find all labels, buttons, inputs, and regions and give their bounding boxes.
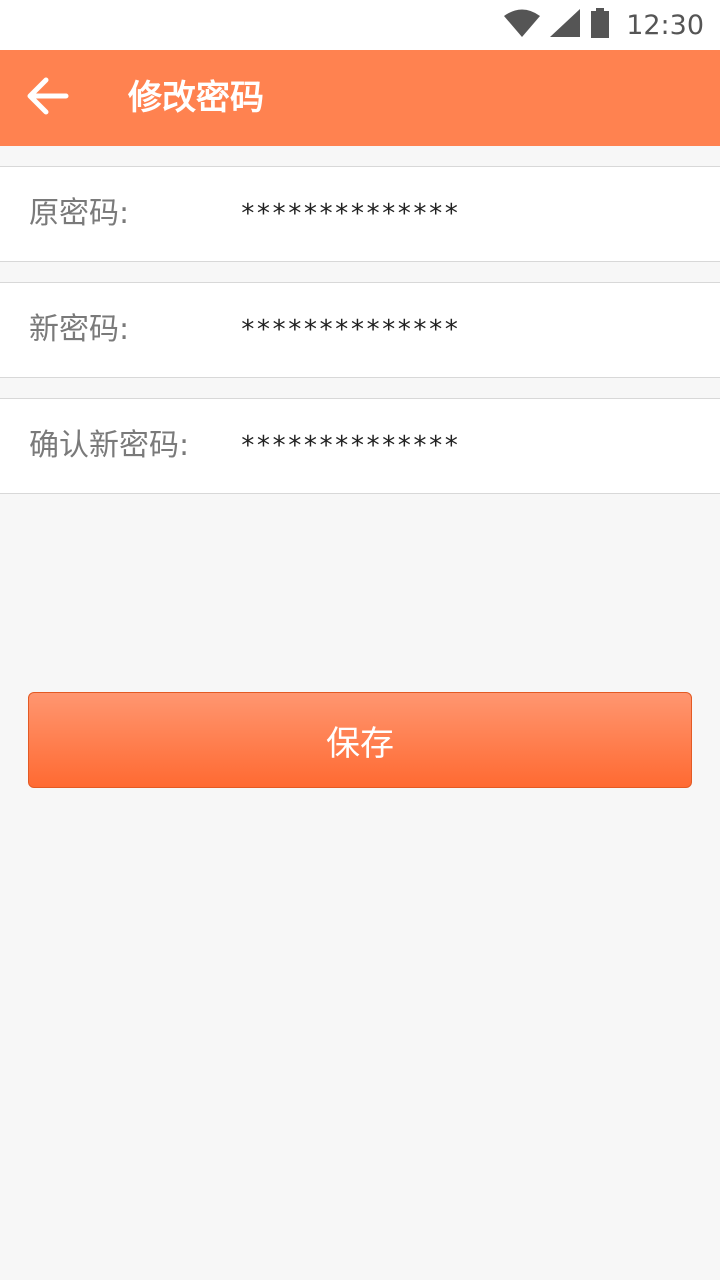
- new-password-label: 新密码:: [29, 312, 130, 347]
- page-title: 修改密码: [128, 78, 264, 118]
- confirm-password-row: 确认新密码:: [0, 398, 720, 494]
- app-bar: 修改密码: [0, 50, 720, 146]
- signal-icon: [550, 9, 581, 41]
- new-password-row: 新密码:: [0, 282, 720, 378]
- save-button[interactable]: 保存: [28, 692, 692, 788]
- old-password-label: 原密码:: [29, 196, 130, 231]
- arrow-left-icon: [26, 76, 70, 120]
- status-time: 12:30: [626, 9, 704, 41]
- status-icons: 12:30: [504, 0, 704, 50]
- confirm-password-input[interactable]: [240, 421, 680, 471]
- back-button[interactable]: [22, 76, 74, 120]
- confirm-password-label: 确认新密码:: [29, 428, 190, 463]
- battery-icon: [590, 8, 610, 42]
- old-password-row: 原密码:: [0, 166, 720, 262]
- old-password-input[interactable]: [240, 189, 680, 239]
- status-bar: 12:30: [0, 0, 720, 50]
- wifi-icon: [504, 9, 541, 41]
- new-password-input[interactable]: [240, 305, 680, 355]
